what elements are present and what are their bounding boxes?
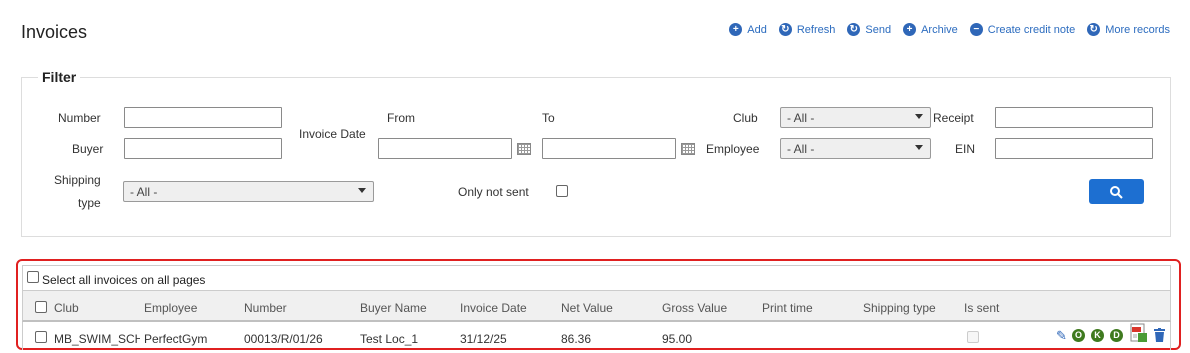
cell-employee: PerfectGym <box>144 332 208 346</box>
plus-icon: + <box>903 23 917 36</box>
shipping-type-label-2: type <box>78 196 101 210</box>
refresh-icon: ↻ <box>778 23 792 36</box>
shipping-type-value: - All - <box>130 185 158 199</box>
delete-icon[interactable] <box>1154 328 1165 347</box>
refresh-icon: ↻ <box>1087 23 1101 36</box>
send-icon: ↻ <box>847 23 861 36</box>
receipt-label: Receipt <box>933 111 974 125</box>
chevron-down-icon <box>915 145 923 150</box>
club-label: Club <box>733 111 758 125</box>
employee-select-value: - All - <box>787 142 815 156</box>
row-checkbox[interactable] <box>35 331 47 343</box>
buyer-label: Buyer <box>72 142 104 156</box>
pdf-document-icon[interactable] <box>1129 322 1149 344</box>
k-badge-icon[interactable]: K <box>1091 329 1104 342</box>
filter-legend: Filter <box>38 69 81 85</box>
add-label: Add <box>747 23 767 36</box>
date-from-input[interactable] <box>378 138 512 159</box>
archive-action[interactable]: + Archive <box>903 23 958 36</box>
to-label: To <box>542 111 555 125</box>
calendar-icon[interactable] <box>517 143 531 155</box>
o-badge-icon[interactable]: O <box>1072 329 1085 342</box>
chevron-down-icon <box>358 188 366 193</box>
d-badge-icon[interactable]: D <box>1110 329 1123 342</box>
calendar-icon[interactable] <box>681 143 695 155</box>
is-sent-checkbox <box>967 331 979 343</box>
receipt-input[interactable] <box>995 107 1153 128</box>
employee-select[interactable]: - All - <box>780 138 931 159</box>
cell-gross-value: 95.00 <box>662 332 693 346</box>
number-label: Number <box>58 111 101 125</box>
only-not-sent-label: Only not sent <box>458 185 529 199</box>
refresh-label: Refresh <box>796 23 836 36</box>
number-input[interactable] <box>124 107 282 128</box>
from-label: From <box>387 111 415 125</box>
column-print-time[interactable]: Print time <box>762 301 813 315</box>
create-credit-note-action[interactable]: − Create credit note <box>969 23 1076 36</box>
invoice-date-label: Invoice Date <box>299 127 366 141</box>
club-select[interactable]: - All - <box>780 107 931 128</box>
select-all-bar: Select all invoices on all pages <box>22 265 1171 290</box>
employee-label: Employee <box>706 142 760 156</box>
select-all-checkbox[interactable] <box>27 271 39 283</box>
column-club[interactable]: Club <box>54 301 79 315</box>
club-select-value: - All - <box>787 111 815 125</box>
plus-icon: + <box>729 23 743 36</box>
column-invoice-date[interactable]: Invoice Date <box>460 301 527 315</box>
send-label: Send <box>865 23 892 36</box>
minus-icon: − <box>969 23 983 36</box>
column-net-value[interactable]: Net Value <box>561 301 613 315</box>
add-action[interactable]: + Add <box>729 23 767 36</box>
column-buyer-name[interactable]: Buyer Name <box>360 301 427 315</box>
toolbar: + Add ↻ Refresh ↻ Send + Archive − Create cre… <box>717 23 1170 36</box>
ein-input[interactable] <box>995 138 1153 159</box>
column-number[interactable]: Number <box>244 301 287 315</box>
cell-net-value: 86.36 <box>561 332 592 346</box>
select-all-label: Select all invoices on all pages <box>42 273 206 287</box>
edit-icon[interactable]: ✎ <box>1056 328 1067 344</box>
more-records-label: More records <box>1105 23 1170 36</box>
chevron-down-icon <box>915 114 923 119</box>
search-button[interactable] <box>1089 179 1144 204</box>
send-action[interactable]: ↻ Send <box>847 23 891 36</box>
table-row[interactable]: MB_SWIM_SCHOOL PerfectGym 00013/R/01/26 … <box>22 322 1171 350</box>
cell-number: 00013/R/01/26 <box>244 332 323 346</box>
column-is-sent[interactable]: Is sent <box>964 301 999 315</box>
shipping-type-select[interactable]: - All - <box>123 181 374 202</box>
search-icon <box>1109 185 1123 199</box>
only-not-sent-checkbox[interactable] <box>556 185 568 197</box>
column-employee[interactable]: Employee <box>144 301 197 315</box>
cell-buyer-name: Test Loc_1 <box>360 332 419 346</box>
buyer-input[interactable] <box>124 138 282 159</box>
refresh-action[interactable]: ↻ Refresh <box>778 23 836 36</box>
column-shipping-type[interactable]: Shipping type <box>863 301 936 315</box>
page-title: Invoices <box>21 22 88 42</box>
more-records-action[interactable]: ↻ More records <box>1087 23 1170 36</box>
column-gross-value[interactable]: Gross Value <box>662 301 727 315</box>
cell-invoice-date: 31/12/25 <box>460 332 507 346</box>
table-header: Club Employee Number Buyer Name Invoice … <box>22 290 1171 322</box>
shipping-type-label: Shipping <box>54 173 101 187</box>
header-checkbox[interactable] <box>35 301 47 313</box>
create-credit-note-label: Create credit note <box>987 23 1076 36</box>
ein-label: EIN <box>955 142 976 156</box>
cell-club: MB_SWIM_SCHOOL <box>54 332 140 346</box>
date-to-input[interactable] <box>542 138 676 159</box>
archive-label: Archive <box>921 23 958 36</box>
